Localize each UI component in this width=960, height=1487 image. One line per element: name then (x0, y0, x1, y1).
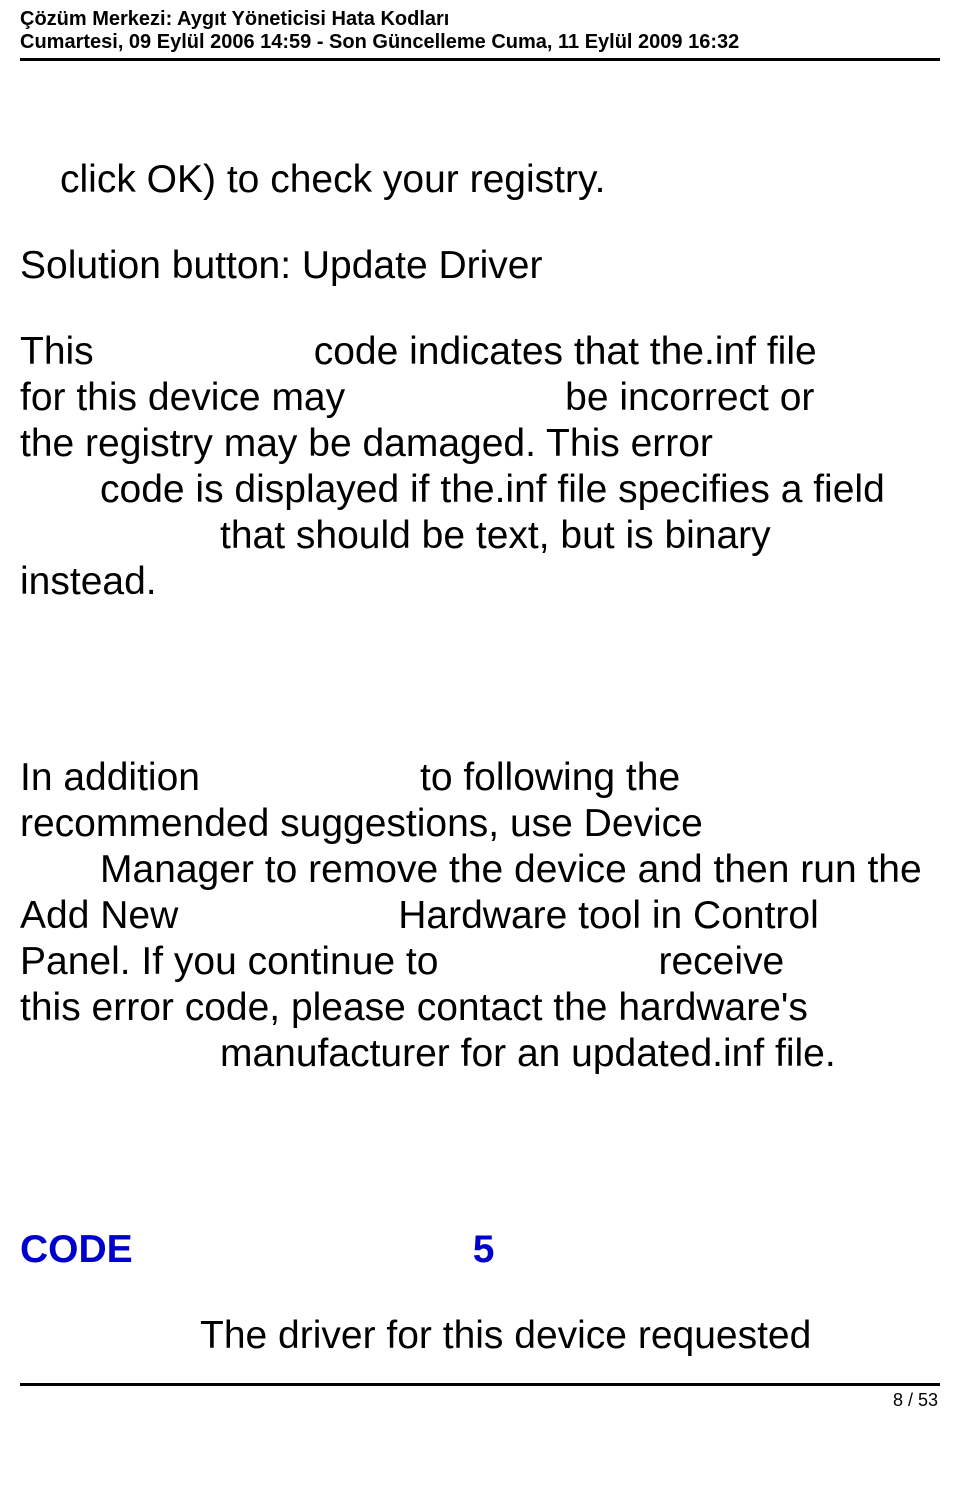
body-line-13: Panel. If you continue to receive (20, 939, 940, 985)
body-line-6: code is displayed if the.inf file specif… (20, 467, 940, 513)
code-label: CODE (20, 1228, 133, 1271)
body-line-2: Solution button: Update Driver (20, 243, 940, 289)
code-description: The driver for this device requested (20, 1313, 940, 1359)
body-line-11: Manager to remove the device and then ru… (20, 847, 940, 893)
body-line-7: that should be text, but is binary (20, 513, 940, 559)
header-title: Çözüm Merkezi: Aygıt Yöneticisi Hata Kod… (20, 8, 940, 31)
body-line-13b: receive (658, 940, 784, 983)
body-line-15: manufacturer for an updated.inf file. (20, 1031, 940, 1077)
body-line-12b: Hardware tool in Control (398, 894, 819, 937)
body-line-1: click OK) to check your registry. (20, 157, 940, 203)
body-line-13a: Panel. If you continue to (20, 940, 438, 983)
body-line-10: recommended suggestions, use Device (20, 801, 940, 847)
page-number: 8 / 53 (20, 1386, 940, 1411)
header-rule (20, 58, 940, 61)
header-dates: Cumartesi, 09 Eylül 2006 14:59 - Son Gün… (20, 31, 940, 54)
body-line-12: Add New Hardware tool in Control (20, 893, 940, 939)
body-line-4a: for this device may (20, 376, 345, 419)
body-line-3: This code indicates that the.inf file (20, 329, 940, 375)
body-line-3a: This (20, 330, 94, 373)
body-line-12a: Add New (20, 894, 178, 937)
body-line-8: instead. (20, 559, 940, 605)
code-number: 5 (473, 1228, 495, 1271)
body-line-14: this error code, please contact the hard… (20, 985, 940, 1031)
body-line-9a: In addition (20, 756, 200, 799)
page-header: Çözüm Merkezi: Aygıt Yöneticisi Hata Kod… (20, 0, 940, 54)
body-line-4b: be incorrect or (565, 376, 814, 419)
code-heading: CODE 5 (20, 1227, 940, 1273)
body-line-9: In addition to following the (20, 755, 940, 801)
body-line-3b: code indicates that the.inf file (314, 330, 817, 373)
body-line-9b: to following the (420, 756, 680, 799)
body-line-4: for this device may be incorrect or (20, 375, 940, 421)
code-description-text: The driver for this device requested (200, 1314, 811, 1357)
body-line-5: the registry may be damaged. This error (20, 421, 940, 467)
